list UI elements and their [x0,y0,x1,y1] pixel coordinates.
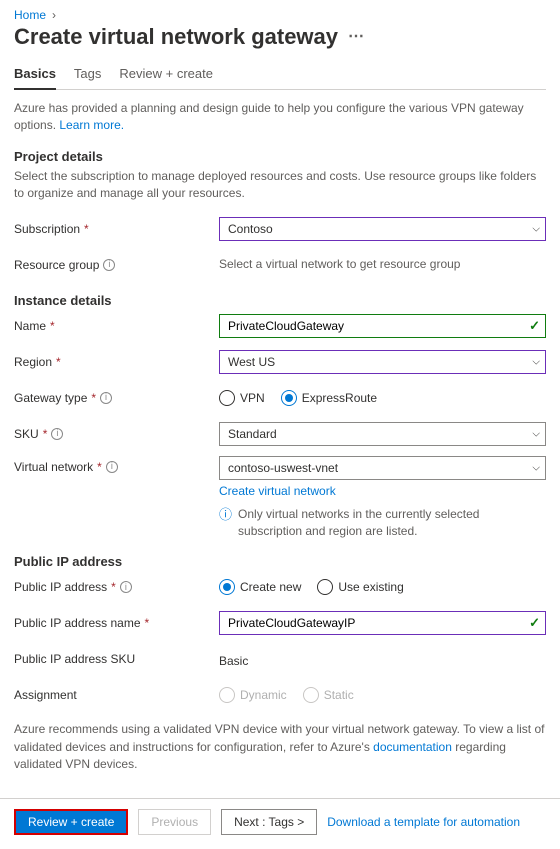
radio-icon [281,390,297,406]
radio-dynamic: Dynamic [219,687,287,703]
vnet-info: ⓘ Only virtual networks in the currently… [219,506,546,541]
vnet-select[interactable]: contoso-uswest-vnet ⌵ [219,456,546,480]
pip-name-input[interactable] [219,611,546,635]
tab-tags[interactable]: Tags [74,60,101,89]
radio-icon [317,579,333,595]
radio-icon [219,390,235,406]
previous-button: Previous [138,809,211,835]
required-icon: * [50,319,55,333]
radio-expressroute[interactable]: ExpressRoute [281,390,377,406]
footer-bar: Review + create Previous Next : Tags > D… [0,798,560,849]
intro-text: Azure has provided a planning and design… [14,100,546,135]
create-vnet-link[interactable]: Create virtual network [219,484,336,498]
pip-sku-label: Public IP address SKU [14,652,135,666]
tab-bar: Basics Tags Review + create [14,60,546,90]
download-template-link[interactable]: Download a template for automation [327,815,520,829]
radio-static: Static [303,687,354,703]
next-button[interactable]: Next : Tags > [221,809,317,835]
resource-group-label: Resource group [14,258,99,272]
subscription-label: Subscription [14,222,80,236]
breadcrumb: Home › [14,8,546,22]
required-icon: * [56,355,61,369]
tab-basics[interactable]: Basics [14,60,56,89]
required-icon: * [43,427,48,441]
radio-icon [303,687,319,703]
radio-icon [219,687,235,703]
info-icon[interactable]: i [103,259,115,271]
section-publicip-heading: Public IP address [14,554,546,569]
info-bullet-icon: ⓘ [219,506,232,541]
check-icon: ✓ [529,318,540,334]
section-project-desc: Select the subscription to manage deploy… [14,168,546,203]
region-label: Region [14,355,52,369]
pip-sku-value: Basic [219,650,546,668]
chevron-right-icon: › [52,8,56,22]
ellipsis-icon[interactable]: ⋯ [348,29,364,45]
section-project-heading: Project details [14,149,546,164]
learn-more-link[interactable]: Learn more. [59,118,124,132]
pip-name-label: Public IP address name [14,616,141,630]
info-icon[interactable]: i [51,428,63,440]
required-icon: * [97,460,102,474]
sku-label: SKU [14,427,39,441]
info-icon[interactable]: i [106,461,118,473]
tab-review[interactable]: Review + create [119,60,213,89]
gateway-type-label: Gateway type [14,391,87,405]
required-icon: * [84,222,89,236]
info-icon[interactable]: i [120,581,132,593]
vnet-label: Virtual network [14,460,93,474]
radio-icon [219,579,235,595]
region-select[interactable]: West US ⌵ [219,350,546,374]
name-input[interactable] [219,314,546,338]
section-instance-heading: Instance details [14,293,546,308]
sku-select[interactable]: Standard ⌵ [219,422,546,446]
review-create-button[interactable]: Review + create [14,809,128,835]
resource-group-helper: Select a virtual network to get resource… [219,256,546,273]
radio-use-existing[interactable]: Use existing [317,579,403,595]
required-icon: * [111,580,116,594]
assignment-label: Assignment [14,688,77,702]
documentation-link[interactable]: documentation [373,740,452,754]
breadcrumb-home[interactable]: Home [14,8,46,22]
required-icon: * [145,616,150,630]
check-icon: ✓ [529,615,540,631]
page-title: Create virtual network gateway ⋯ [14,24,546,50]
subscription-select[interactable]: Contoso ⌵ [219,217,546,241]
footnote: Azure recommends using a validated VPN d… [14,721,546,773]
info-icon[interactable]: i [100,392,112,404]
required-icon: * [91,391,96,405]
radio-vpn[interactable]: VPN [219,390,265,406]
radio-create-new[interactable]: Create new [219,579,301,595]
pip-mode-label: Public IP address [14,580,107,594]
name-label: Name [14,319,46,333]
